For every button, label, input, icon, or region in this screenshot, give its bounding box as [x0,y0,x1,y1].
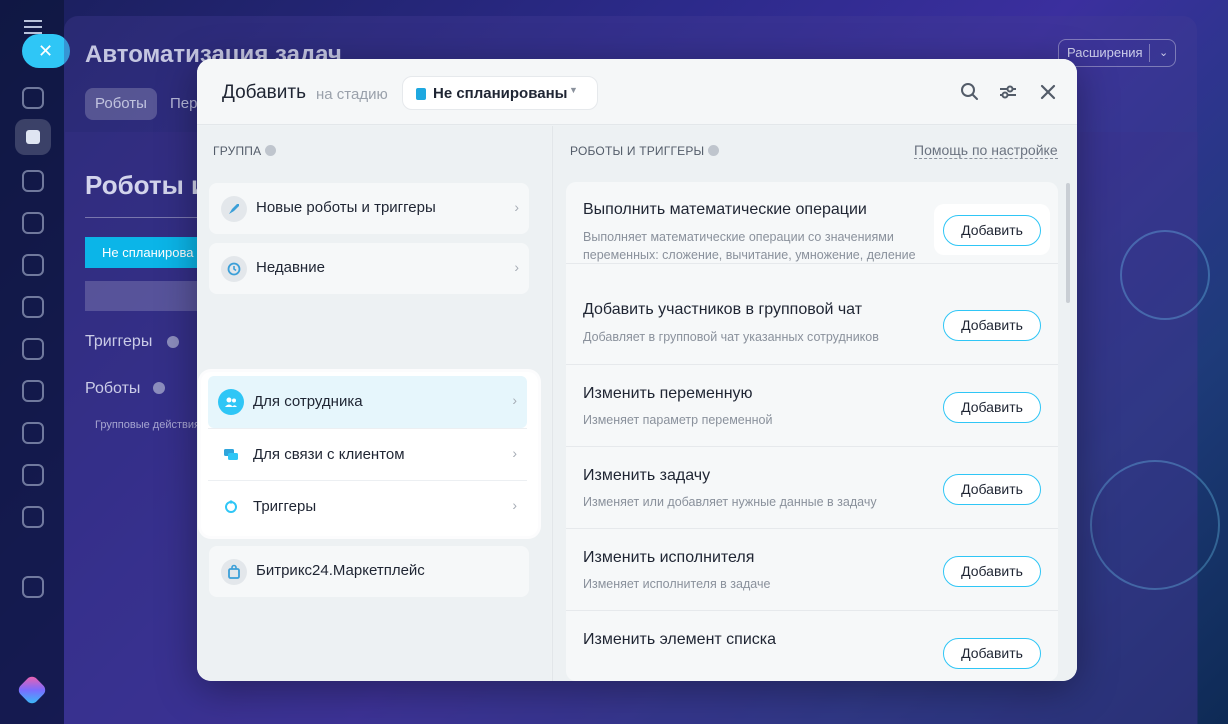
extensions-label: Расширения [1067,45,1143,60]
add-button[interactable]: Добавить [943,215,1041,246]
highlighted-groups: Для сотрудника › Для связи с клиентом › … [201,372,538,536]
stage-column[interactable]: Не спланирова [85,237,197,268]
close-icon[interactable] [1036,80,1060,104]
robot-nav-icon[interactable] [22,422,44,444]
group-label: Новые роботы и триггеры [256,199,436,216]
groups-panel: ГРУППА Новые роботы и триггеры › Недавни… [197,126,551,681]
add-button[interactable]: Добавить [943,392,1041,423]
help-icon[interactable] [167,336,179,348]
tasks-icon[interactable] [15,119,51,155]
robot-description: Изменяет параметр переменной [583,413,773,427]
groups-heading: ГРУППА [213,144,277,158]
rocket-icon [221,196,247,222]
settings-icon[interactable] [22,576,44,598]
robot-title: Изменить элемент списка [583,631,777,648]
robot-title: Выполнить математические операции [583,201,867,218]
add-button[interactable]: Добавить [943,474,1041,505]
group-label: Недавние [256,259,325,276]
chevron-down-icon: ⌄ [1159,47,1169,59]
chat-icon [218,442,244,468]
search-icon[interactable] [958,80,982,104]
left-sidebar [0,0,64,724]
market-icon [221,559,247,585]
users-icon [218,389,244,415]
dialog-title: Добавить [222,82,306,103]
filter-icon[interactable] [996,80,1020,104]
robot-description: Изменяет исполнителя в задаче [583,577,771,591]
caret-down-icon: ▼ [569,85,578,95]
scrollbar[interactable] [1066,183,1070,303]
robot-description: Изменяет или добавляет нужные данные в з… [583,495,877,509]
help-icon[interactable] [265,145,277,156]
decor-circle [1090,460,1220,590]
groups-heading-text: ГРУППА [213,144,262,158]
robot-title: Изменить переменную [583,385,753,402]
group-recent[interactable]: Недавние › [209,243,529,294]
chevron-right-icon: › [512,497,517,513]
robots-panel: РОБОТЫ И ТРИГГЕРЫ Помощь по настройке Вы… [552,126,1077,681]
list-item: Изменить переменную Изменяет параметр пе… [566,365,1058,447]
help-icon[interactable] [708,145,720,156]
robots-label: Роботы [85,380,141,397]
robot-description: Добавляет в групповой чат указанных сотр… [583,330,879,344]
add-button[interactable]: Добавить [943,638,1041,669]
chevron-right-icon: › [514,259,519,275]
group-for-employee[interactable]: Для сотрудника › [208,376,527,428]
chevron-right-icon: › [514,199,519,215]
group-label: Для сотрудника [253,393,363,410]
bitrix-logo-icon[interactable] [16,674,48,706]
chat-nav-icon[interactable] [22,170,44,192]
group-label: Триггеры [253,498,317,515]
history-icon [221,256,247,282]
add-robot-dialog: Добавить на стадию Не спланированы ▼ ГРУ… [197,59,1077,681]
group-triggers[interactable]: Триггеры › [208,481,527,533]
mail-icon[interactable] [22,506,44,528]
crm-icon[interactable] [22,212,44,234]
nav-icon[interactable] [22,87,44,109]
stage-select[interactable]: Не спланированы ▼ [402,76,598,110]
robots-heading: РОБОТЫ И ТРИГГЕРЫ [570,144,720,158]
help-icon[interactable] [153,382,165,394]
decor-circle [1120,230,1210,320]
docs-icon[interactable] [22,254,44,276]
bot-icon[interactable] [22,464,44,486]
stage-prefix: на стадию [316,86,388,103]
robots-list: Выполнить математические операции Выполн… [566,182,1058,681]
stage-strip [85,281,197,311]
list-item: Изменить элемент списка Добавить [566,611,1058,681]
help-link[interactable]: Помощь по настройке [914,142,1058,159]
robot-title: Добавить участников в групповой чат [583,301,863,318]
robot-title: Изменить задачу [583,467,711,484]
dialog-header: Добавить на стадию Не спланированы ▼ [197,59,1077,125]
group-label: Битрикс24.Маркетплейс [256,562,425,579]
group-marketplace[interactable]: Битрикс24.Маркетплейс [209,546,529,597]
robot-title: Изменить исполнителя [583,549,755,566]
filter-nav-icon[interactable] [22,380,44,402]
calendar-icon[interactable] [22,296,44,318]
list-item: Добавить участников в групповой чат Доба… [566,283,1058,365]
group-new-robots[interactable]: Новые роботы и триггеры › [209,183,529,234]
tab-robots[interactable]: Роботы [85,88,157,120]
stage-select-value: Не спланированы [433,85,568,102]
divider [85,217,197,218]
robots-heading-text: РОБОТЫ И ТРИГГЕРЫ [570,144,705,158]
group-label: Для связи с клиентом [253,446,405,463]
close-slider-icon[interactable]: ✕ [22,34,70,68]
list-item: Изменить исполнителя Изменяет исполнител… [566,529,1058,611]
shop-icon[interactable] [22,338,44,360]
add-button[interactable]: Добавить [943,310,1041,341]
group-actions-link[interactable]: Групповые действия [95,419,197,431]
stage-color-dot [416,88,426,100]
add-button[interactable]: Добавить [943,556,1041,587]
triggers-label: Триггеры [85,333,153,350]
chevron-right-icon: › [512,445,517,461]
list-item: Изменить задачу Изменяет или добавляет н… [566,447,1058,529]
list-item: Выполнить математические операции Выполн… [566,182,1058,264]
section-heading: Роботы и [85,170,208,200]
menu-icon[interactable] [24,20,42,34]
trigger-icon [218,494,244,520]
chevron-right-icon: › [512,392,517,408]
group-client-communication[interactable]: Для связи с клиентом › [208,429,527,481]
robot-description: Выполняет математические операции со зна… [583,230,916,262]
